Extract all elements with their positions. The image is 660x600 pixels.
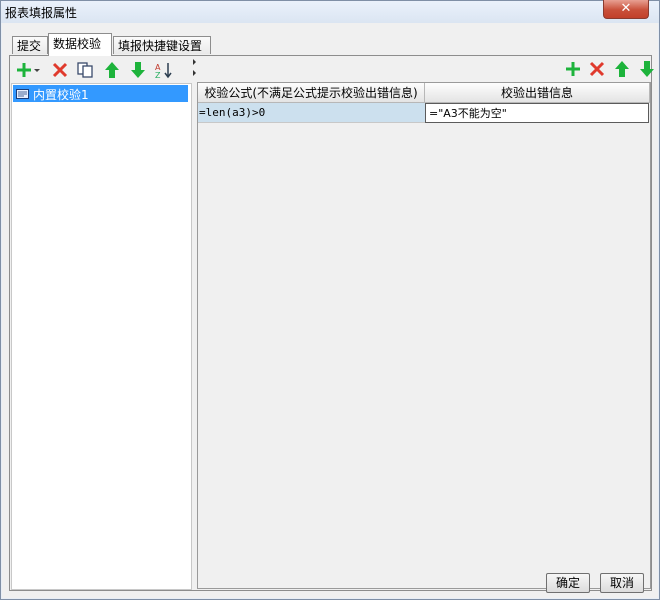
rule-icon [16, 88, 29, 99]
validation-list-pane: AZ 内置校验1 [10, 56, 192, 590]
dialog-footer: 确定 取消 [2, 568, 658, 598]
list-item[interactable]: 内置校验1 [13, 85, 188, 102]
move-up-icon[interactable] [613, 60, 631, 78]
move-down-icon[interactable] [129, 61, 147, 79]
svg-text:Z: Z [155, 71, 161, 79]
window-title: 报表填报属性 [5, 6, 78, 20]
add-icon[interactable] [564, 60, 582, 78]
tab-submit[interactable]: 提交 [12, 36, 48, 54]
formula-cell[interactable]: =len(a3)>0 [198, 103, 425, 123]
add-dropdown-icon[interactable] [16, 61, 40, 79]
list-item-label: 内置校验1 [33, 88, 89, 102]
move-down-icon[interactable] [638, 60, 656, 78]
ok-button[interactable]: 确定 [546, 573, 590, 593]
cancel-button[interactable]: 取消 [600, 573, 644, 593]
title-bar: 报表填报属性 ✕ [1, 0, 659, 23]
error-message-cell[interactable]: ="A3不能为空" [425, 103, 649, 123]
move-up-icon[interactable] [103, 61, 121, 79]
tab-data-validation[interactable]: 数据校验 [48, 33, 112, 56]
delete-icon[interactable] [588, 60, 606, 78]
delete-icon[interactable] [51, 61, 69, 79]
copy-icon[interactable] [76, 61, 94, 79]
dialog-body: 提交 数据校验 填报快捷键设置 A Z 内置校验1 校验公式(不满足公式提示校验… [2, 23, 658, 598]
close-button[interactable]: ✕ [603, 0, 649, 19]
sort-icon[interactable]: AZ [155, 61, 173, 80]
tab-shortcut-settings[interactable]: 填报快捷键设置 [113, 36, 211, 54]
column-header-error-message[interactable]: 校验出错信息 [425, 83, 650, 103]
column-header-formula[interactable]: 校验公式(不满足公式提示校验出错信息) [198, 83, 425, 103]
validation-table: 校验公式(不满足公式提示校验出错信息) 校验出错信息 =len(a3)>0 ="… [197, 82, 651, 589]
tab-panel: AZ 内置校验1 校验公式(不满足公式提示校验出错信息) 校验出错信息 =len… [9, 55, 654, 591]
validation-list: 内置校验1 [11, 83, 192, 590]
formula-pane: 校验公式(不满足公式提示校验出错信息) 校验出错信息 =len(a3)>0 ="… [197, 56, 654, 590]
dialog-window: 报表填报属性 ✕ 提交 数据校验 填报快捷键设置 A Z 内置校验1 校验公式(… [0, 0, 660, 600]
